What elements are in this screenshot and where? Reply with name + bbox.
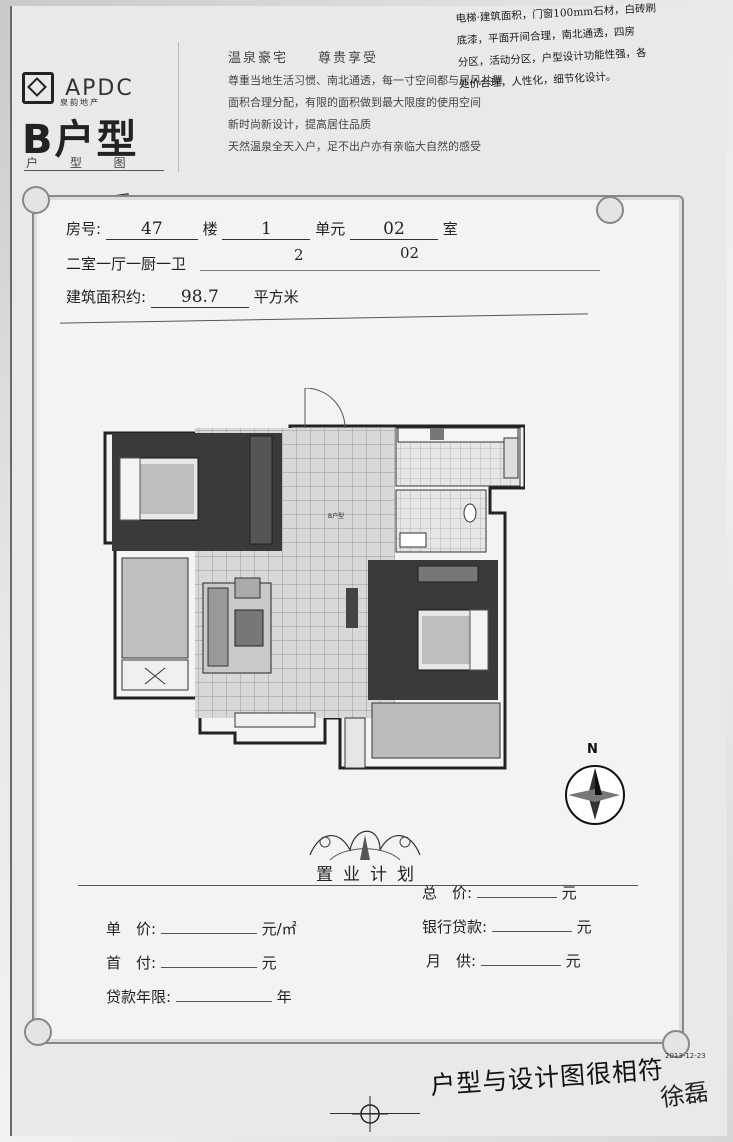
footer-signature: 徐磊 bbox=[658, 1077, 711, 1113]
area-value: 98.7 bbox=[150, 287, 249, 308]
unit-price-row: 单 价: 元/㎡ bbox=[106, 918, 297, 939]
compass-icon bbox=[565, 765, 625, 825]
north-label: N bbox=[587, 742, 598, 757]
building-label: 楼 bbox=[202, 220, 218, 238]
layout-extra-2: 02 bbox=[400, 244, 420, 262]
monthly-field[interactable] bbox=[480, 965, 561, 966]
loan-years-field[interactable] bbox=[175, 1001, 272, 1002]
room-value: 02 bbox=[350, 219, 438, 240]
frame-corner bbox=[24, 1018, 52, 1046]
down-payment-unit: 元 bbox=[261, 954, 277, 972]
bank-loan-field[interactable] bbox=[491, 931, 572, 932]
down-payment-field[interactable] bbox=[160, 967, 257, 968]
print-date: 2013-12-23 bbox=[665, 1052, 706, 1060]
monthly-row: 月 供: 元 bbox=[426, 950, 581, 971]
intro-line: 天然温泉全天入户，足不出户亦有亲临大自然的感受 bbox=[228, 140, 481, 153]
monthly-unit: 元 bbox=[565, 952, 581, 970]
monthly-label: 月 供: bbox=[426, 952, 477, 970]
intro-headline-1: 温泉豪宅 bbox=[228, 51, 289, 66]
area-label: 建筑面积约: bbox=[66, 288, 147, 306]
layout-row: 二室一厅一厨一卫 bbox=[66, 253, 186, 274]
layout-rule bbox=[200, 270, 600, 271]
brand-logo: APDC 泉韵地产 bbox=[22, 72, 134, 107]
header-divider bbox=[178, 42, 179, 172]
layout-text: 二室一厅一厨一卫 bbox=[66, 255, 187, 273]
registration-mark-icon bbox=[352, 1096, 388, 1132]
apdc-logo-icon bbox=[22, 72, 54, 104]
photo-background: APDC 泉韵地产 B户型 户 型 图 闲泉美居 温泉豪宅尊贵享受 尊重当地生活… bbox=[0, 0, 733, 1142]
room-suffix: 室 bbox=[442, 220, 458, 238]
area-unit: 平方米 bbox=[253, 288, 299, 306]
loan-years-unit: 年 bbox=[276, 988, 292, 1006]
down-payment-row: 首 付: 元 bbox=[106, 952, 277, 973]
ornament-icon bbox=[309, 830, 421, 861]
unit-price-unit: 元/㎡ bbox=[261, 920, 297, 938]
plan-label: B户型 bbox=[328, 512, 344, 520]
floor-plan: B户型 bbox=[100, 387, 527, 773]
unit-price-field[interactable] bbox=[160, 933, 257, 934]
handwritten-note: 电梯·建筑面积，门窗100mm石材，白砖刷 底漆，平面开间合理，南北通透，四房 … bbox=[455, 0, 729, 96]
building-value: 47 bbox=[105, 219, 198, 240]
total-price-row: 总 价: 元 bbox=[422, 882, 577, 903]
bank-loan-label: 银行贷款: bbox=[422, 918, 488, 936]
north-arrow: N bbox=[562, 742, 628, 828]
frame-corner bbox=[596, 196, 624, 224]
intro-line: 新时尚新设计，提高居住品质 bbox=[228, 118, 371, 131]
subtitle-rule bbox=[24, 170, 164, 171]
unit-type-subtitle: 户 型 图 bbox=[26, 156, 140, 170]
loan-years-label: 贷款年限: bbox=[106, 988, 172, 1006]
down-payment-label: 首 付: bbox=[106, 954, 157, 972]
loan-years-row: 贷款年限: 年 bbox=[106, 986, 292, 1007]
intro-headline-2: 尊贵享受 bbox=[318, 51, 379, 66]
unit-price-label: 单 价: bbox=[106, 920, 157, 938]
layout-extra-1: 2 bbox=[294, 246, 304, 264]
frame-corner bbox=[22, 186, 50, 214]
area-row: 建筑面积约: 98.7 平方米 bbox=[66, 286, 299, 308]
unit-value: 1 bbox=[222, 219, 311, 240]
total-price-unit: 元 bbox=[561, 884, 577, 902]
floor-plan-drawing: B户型 bbox=[103, 387, 527, 770]
unit-label: 单元 bbox=[315, 220, 346, 238]
total-price-field[interactable] bbox=[476, 897, 557, 898]
total-price-label: 总 价: bbox=[422, 884, 473, 902]
bank-loan-unit: 元 bbox=[576, 918, 592, 936]
room-number-row: 房号: 47 楼 1 单元 02 室 bbox=[66, 218, 458, 240]
bank-loan-row: 银行贷款: 元 bbox=[422, 916, 592, 937]
room-label: 房号: bbox=[66, 220, 102, 238]
